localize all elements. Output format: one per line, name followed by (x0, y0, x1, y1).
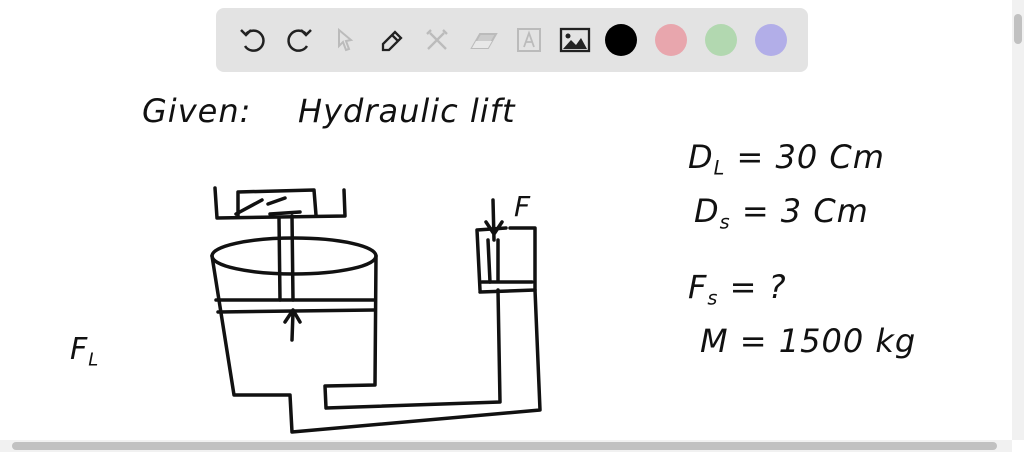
force-arrow-down (484, 198, 504, 242)
large-piston (214, 298, 377, 314)
scroll-thumb[interactable] (1014, 14, 1022, 44)
vertical-scrollbar[interactable] (1012, 0, 1024, 440)
force-arrow-up (283, 308, 302, 342)
hydraulic-lift-diagram (210, 186, 542, 434)
scroll-thumb[interactable] (12, 442, 997, 450)
small-cylinder (475, 226, 537, 294)
small-piston-rod (486, 238, 500, 284)
horizontal-scrollbar[interactable] (0, 440, 1012, 452)
piston-rod (268, 210, 302, 302)
